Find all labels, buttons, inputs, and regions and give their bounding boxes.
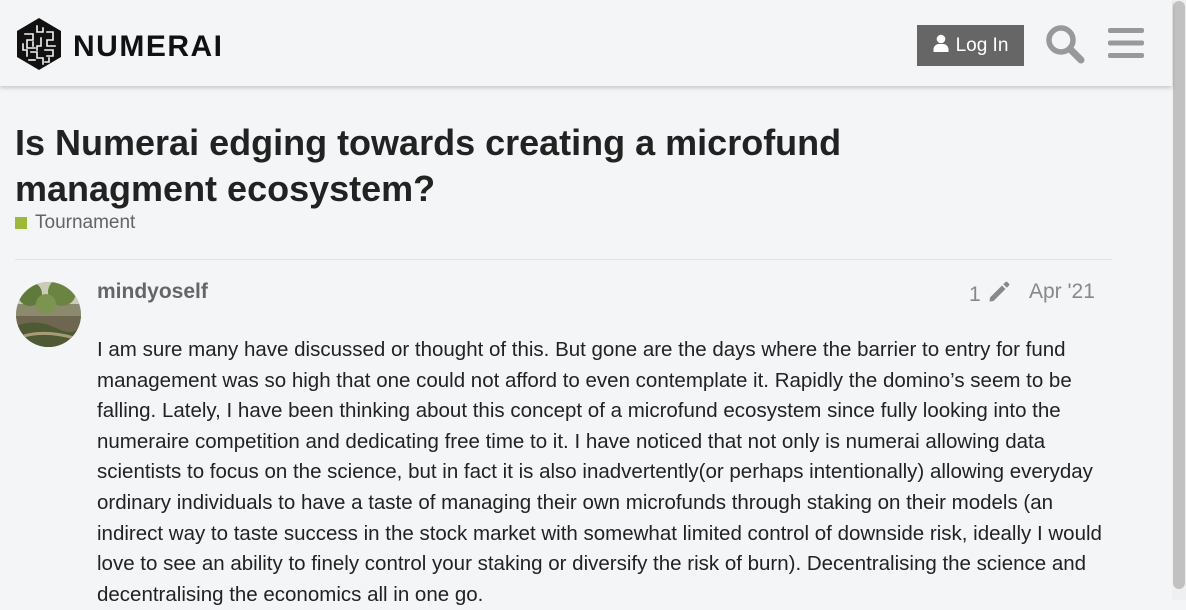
- site-logo[interactable]: NUMERAI: [15, 17, 224, 76]
- hamburger-menu-icon[interactable]: [1108, 27, 1144, 64]
- category-badge[interactable]: Tournament: [15, 212, 135, 234]
- edit-count: 1: [969, 283, 981, 306]
- topic-title[interactable]: Is Numerai edging towards creating a mic…: [15, 120, 975, 212]
- avatar[interactable]: [16, 282, 81, 347]
- divider: [15, 259, 1112, 260]
- login-label: Log In: [955, 34, 1009, 56]
- user-icon: [933, 34, 949, 58]
- category-label: Tournament: [35, 212, 136, 233]
- post-author-username[interactable]: mindyoself: [97, 280, 208, 304]
- search-icon[interactable]: [1045, 24, 1085, 69]
- pencil-icon: [987, 280, 1011, 310]
- site-header: NUMERAI Log In: [0, 0, 1172, 86]
- login-button[interactable]: Log In: [917, 25, 1024, 66]
- post-body: I am sure many have discussed or thought…: [97, 338, 1102, 606]
- post-edit-history[interactable]: 1: [969, 280, 1011, 310]
- scrollbar-thumb[interactable]: [1173, 1, 1185, 589]
- category-color-square: [15, 217, 27, 229]
- post-date[interactable]: Apr '21: [1029, 280, 1095, 304]
- logo-wordmark: NUMERAI: [73, 29, 224, 63]
- numerai-logo-icon: [15, 17, 63, 76]
